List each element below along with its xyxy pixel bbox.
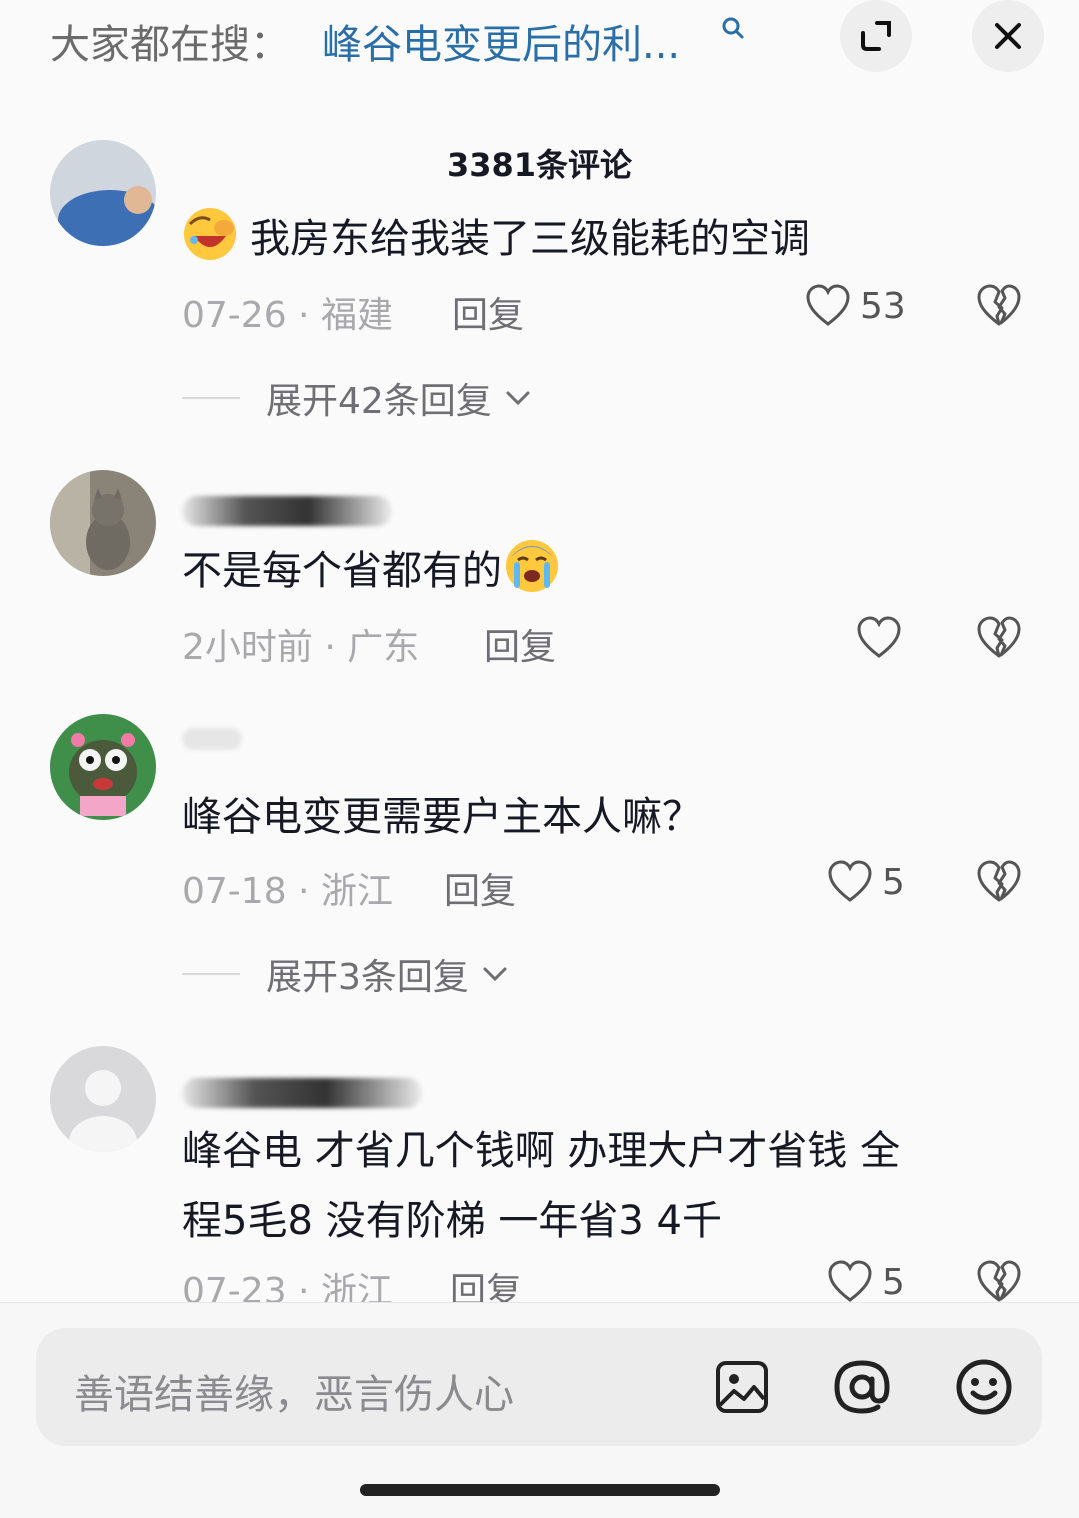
like-count: 5 — [882, 1261, 905, 1303]
comment-text-line: 峰谷电 才省几个钱啊 办理大户才省钱 全 — [182, 1128, 901, 1174]
image-icon[interactable] — [712, 1357, 772, 1417]
like-button[interactable]: 5 — [826, 858, 905, 906]
home-indicator[interactable] — [360, 1484, 720, 1496]
like-button[interactable] — [855, 614, 903, 662]
comment-text: 我房东给我装了三级能耗的空调 — [182, 206, 810, 264]
heart-icon — [857, 616, 901, 658]
expand-replies-label: 展开42条回复 — [266, 381, 492, 422]
avatar[interactable] — [50, 714, 156, 820]
comment-text-line: 程5毛8 没有阶梯 一年省3 4千 — [182, 1198, 722, 1244]
divider — [182, 973, 240, 975]
trending-search-label: 大家都在搜： — [50, 22, 290, 68]
broken-heart-icon[interactable] — [975, 282, 1023, 330]
comment-text: 峰谷电变更需要户主本人嘛？ — [182, 794, 702, 840]
like-button[interactable]: 5 — [826, 1258, 905, 1306]
comment-meta: 07-26 · 福建 — [182, 295, 393, 336]
top-search-bar: 大家都在搜： 峰谷电变更后的利... — [0, 0, 1079, 80]
chevron-down-icon — [506, 391, 530, 406]
expand-button[interactable] — [840, 0, 912, 72]
comment-count-title: 3381条评论 — [446, 146, 633, 184]
expand-icon — [861, 21, 891, 51]
expand-replies-button[interactable]: 展开3条回复 — [182, 948, 511, 1000]
like-count: 5 — [882, 861, 905, 903]
comment-meta: 07-18 · 浙江 — [182, 871, 393, 912]
trending-search-link[interactable]: 峰谷电变更后的利... — [322, 12, 680, 70]
reply-button[interactable]: 回复 — [484, 618, 556, 670]
expand-replies-button[interactable]: 展开42条回复 — [182, 372, 534, 424]
like-button[interactable]: 53 — [804, 282, 906, 330]
expand-replies-label: 展开3条回复 — [266, 957, 469, 998]
comment-body: 不是每个省都有的 — [182, 548, 502, 594]
close-button[interactable] — [972, 0, 1044, 72]
search-icon — [722, 17, 744, 39]
comment-body: 我房东给我装了三级能耗的空调 — [250, 216, 810, 262]
reply-button[interactable]: 回复 — [444, 862, 516, 914]
close-icon — [995, 23, 1021, 49]
comment-text: 不是每个省都有的 — [182, 538, 560, 596]
comment-input-placeholder: 善语结善缘，恶言伤人心 — [74, 1372, 514, 1418]
like-count: 53 — [860, 285, 906, 327]
emoji-icon[interactable] — [954, 1357, 1014, 1417]
mention-icon[interactable] — [832, 1357, 892, 1417]
broken-heart-icon[interactable] — [975, 614, 1023, 662]
heart-icon — [828, 1260, 872, 1302]
reply-button[interactable]: 回复 — [452, 286, 524, 338]
broken-heart-icon[interactable] — [975, 1258, 1023, 1306]
crying-emoji-icon — [506, 540, 558, 592]
comment-meta: 2小时前 · 广东 — [182, 627, 420, 668]
heart-icon — [828, 860, 872, 902]
avatar[interactable] — [50, 140, 156, 246]
username-redacted — [182, 728, 242, 750]
avatar[interactable] — [50, 1046, 156, 1152]
username-redacted — [182, 1078, 422, 1108]
divider — [182, 397, 240, 399]
avatar[interactable] — [50, 470, 156, 576]
laughing-emoji-icon — [184, 208, 236, 260]
broken-heart-icon[interactable] — [975, 858, 1023, 906]
heart-icon — [806, 284, 850, 326]
divider — [0, 1302, 1079, 1303]
username-redacted — [182, 496, 392, 526]
chevron-down-icon — [483, 967, 507, 982]
